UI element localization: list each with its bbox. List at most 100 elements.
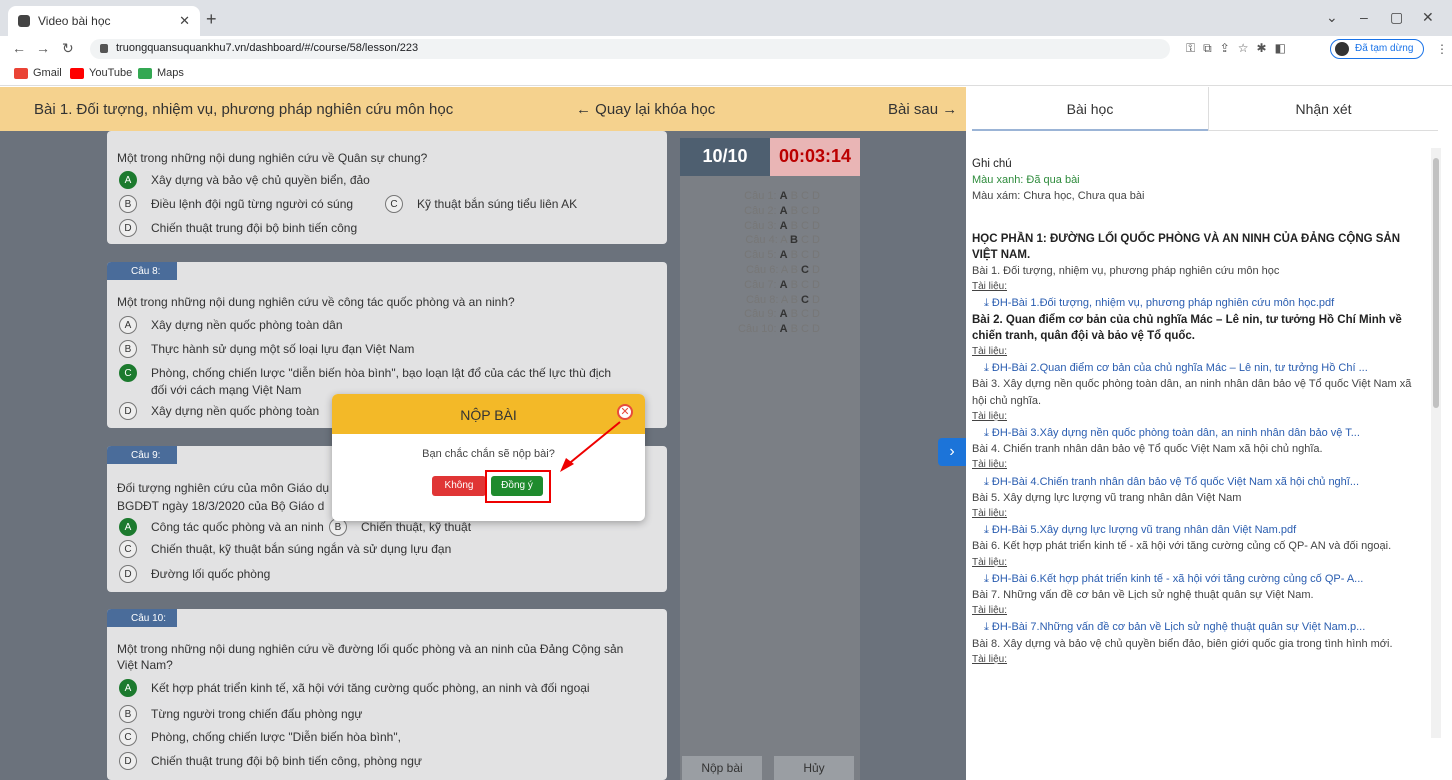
option-d[interactable]: D Chiến thuật trung đội bộ binh tiến công… [119,752,422,770]
option-a[interactable]: A Xây dựng nền quốc phòng toàn dân [119,316,343,334]
lesson-item[interactable]: Bài 2. Quan điểm cơ bản của chủ nghĩa Má… [972,312,1428,377]
bookmark-maps[interactable]: Maps [138,67,184,79]
option-a[interactable]: A Kết hợp phát triển kinh tế, xã hội với … [119,679,590,697]
option-text: Xây dựng nền quốc phòng toàn dân [151,318,343,332]
pdf-link[interactable]: ĐH-Bài 2.Quan điểm cơ bản của chủ nghĩa … [992,362,1368,374]
option-d[interactable]: D Đường lối quốc phòng [119,565,270,583]
option-text: Chiến thuật, kỹ thuật bắn súng ngắn và s… [151,542,452,556]
highlight-box [485,470,551,503]
question-label: Câu 10: [107,609,177,627]
option-text: Xây dựng nền quốc phòng toàn [151,404,320,418]
chevron-down-icon[interactable]: ⌄ [1326,9,1338,26]
pdf-link[interactable]: ĐH-Bài 4.Chiến tranh nhân dân bảo vệ Tổ … [992,476,1359,488]
bookmark-label: Gmail [33,67,62,79]
option-text: Chiến thuật trung đội bộ binh tiến công,… [151,754,422,768]
pdf-link[interactable]: ĐH-Bài 1.Đối tượng, nhiệm vụ, phương phá… [992,297,1334,309]
option-c[interactable]: C Phòng, chống chiến lược "diễn biến hòa … [119,364,611,382]
pdf-link[interactable]: ĐH-Bài 3.Xây dựng nền quốc phòng toàn dâ… [992,427,1360,439]
option-letter: D [119,565,137,583]
option-b[interactable]: B Điều lệnh đội ngũ từng người có súng [119,195,353,213]
option-letter: C [119,364,137,382]
option-d[interactable]: D Xây dựng nền quốc phòng toàn [119,402,319,420]
bookmark-label: YouTube [89,67,133,79]
minimize-icon[interactable]: – [1360,9,1368,25]
shield-icon [18,15,30,27]
lock-icon [100,44,108,53]
option-c[interactable]: C Chiến thuật, kỹ thuật bắn súng ngắn và … [119,540,451,558]
bookmark-youtube[interactable]: YouTube [70,67,132,79]
maximize-icon[interactable]: ▢ [1390,9,1403,26]
option-a[interactable]: A Công tác quốc phòng và an ninh [119,518,324,536]
answer-item[interactable]: Câu 1: A B C D [690,190,820,205]
submit-button[interactable]: Nộp bài [682,756,762,780]
close-tab-icon[interactable]: ✕ [179,13,190,29]
extension-icons[interactable]: ⚿⧉⇪☆✱◧ [1186,41,1294,56]
option-letter: C [119,728,137,746]
option-letter: C [385,195,403,213]
gmail-icon [14,67,28,79]
lesson-item[interactable]: Bài 5. Xây dựng lực lượng vũ trang nhân … [972,490,1428,539]
pdf-link[interactable]: ĐH-Bài 7.Những vấn đề cơ bản về Lịch sử … [992,621,1365,633]
option-letter: A [119,316,137,334]
lesson-item[interactable]: Bài 4. Chiến tranh nhân dân bảo vệ Tổ qu… [972,441,1428,490]
back-arrow-icon[interactable]: ← [12,40,26,56]
url-input[interactable]: truongquansuquankhu7.vn/dashboard/#/cour… [90,39,1170,59]
tab-bar [0,0,1452,36]
cancel-button[interactable]: Hủy [774,756,854,780]
bookmark-label: Maps [157,67,184,79]
lesson-item[interactable]: Bài 7. Những vấn đề cơ bản về Lịch sử ng… [972,587,1428,636]
back-to-course-link[interactable]: ← Quay lại khóa học [576,101,715,118]
answer-item[interactable]: Câu 3: A B C D [690,220,820,235]
option-letter: A [119,518,137,536]
profile-button[interactable]: Đã tạm dừng [1330,39,1425,59]
answer-item[interactable]: Câu 7: A B C D [690,279,820,294]
next-lesson-link[interactable]: Bài sau → [888,101,957,118]
option-d[interactable]: D Chiến thuật trung đội bộ binh tiến công [119,219,357,237]
new-tab-icon[interactable]: + [206,9,217,30]
note-title: Ghi chú [972,158,1012,170]
lesson-list: Ghi chú Màu xanh: Đã qua bài Màu xám: Ch… [972,138,1428,742]
maps-icon [138,67,152,79]
option-text: Điều lệnh đội ngũ từng người có súng [151,197,354,211]
pdf-link[interactable]: ĐH-Bài 5.Xây dựng lực lượng vũ trang nhâ… [992,524,1296,536]
lesson-item[interactable]: Bài 6. Kết hợp phát triển kinh tế - xã h… [972,538,1428,587]
tab-comments[interactable]: Nhận xét [1208,87,1438,131]
option-c[interactable]: C Phòng, chống chiến lược "Diễn biến hòa … [119,728,401,746]
answer-item[interactable]: Câu 9: A B C D [690,308,820,323]
answer-item[interactable]: Câu 10: A B C D [690,323,820,338]
browser-tab[interactable]: Video bài học ✕ [8,6,200,36]
option-letter: B [119,705,137,723]
answer-item[interactable]: Câu 2: A B C D [690,205,820,220]
lesson-header: Bài 1. Đối tượng, nhiệm vụ, phương pháp … [0,87,966,131]
option-c[interactable]: C Kỹ thuật bắn súng tiểu liên AK [385,195,577,213]
lesson-item[interactable]: Bài 1. Đối tượng, nhiệm vụ, phương pháp … [972,263,1428,312]
reload-icon[interactable]: ↻ [62,40,74,57]
bookmark-gmail[interactable]: Gmail [14,67,62,79]
scrollbar[interactable] [1431,148,1441,738]
option-text: Phòng, chống chiến lược "diễn biến hòa b… [151,366,612,380]
lesson-item[interactable]: Bài 8. Xây dựng và bảo vệ chủ quyền biển… [972,636,1428,668]
tab-lessons[interactable]: Bài học [972,87,1208,131]
answer-item[interactable]: Câu 4: A B C D [690,234,820,249]
option-b[interactable]: B Thực hành sử dụng một số loại lựu đạn V… [119,340,414,358]
pdf-link[interactable]: ĐH-Bài 6.Kết hợp phát triển kinh tế - xã… [992,573,1363,585]
option-text: Công tác quốc phòng và an ninh [151,520,324,534]
answer-item[interactable]: Câu 5: A B C D [690,249,820,264]
forward-arrow-icon[interactable]: → [36,40,50,56]
option-text: Từng người trong chiến đấu phòng ngự [151,707,363,721]
avatar [1335,42,1349,56]
arrow-annotation [560,421,621,472]
option-a[interactable]: A Xây dựng và bảo vệ chủ quyền biển, đảo [119,171,370,189]
lesson-item[interactable]: Bài 3. Xây dựng nền quốc phòng toàn dân,… [972,376,1428,441]
no-button[interactable]: Không [432,476,486,496]
tab-title: Video bài học [38,14,111,28]
option-letter: B [119,195,137,213]
scrollbar-thumb[interactable] [1433,158,1439,408]
url-text: truongquansuquankhu7.vn/dashboard/#/cour… [116,42,419,54]
chevron-right-icon[interactable]: › [938,438,966,466]
close-window-icon[interactable]: ✕ [1422,9,1434,26]
option-b[interactable]: B Từng người trong chiến đấu phòng ngự [119,705,362,723]
answer-item[interactable]: Câu 6: A B C D [690,264,820,279]
answer-item[interactable]: Câu 8: A B C D [690,294,820,309]
menu-kebab-icon[interactable]: ⋮ [1436,42,1448,56]
